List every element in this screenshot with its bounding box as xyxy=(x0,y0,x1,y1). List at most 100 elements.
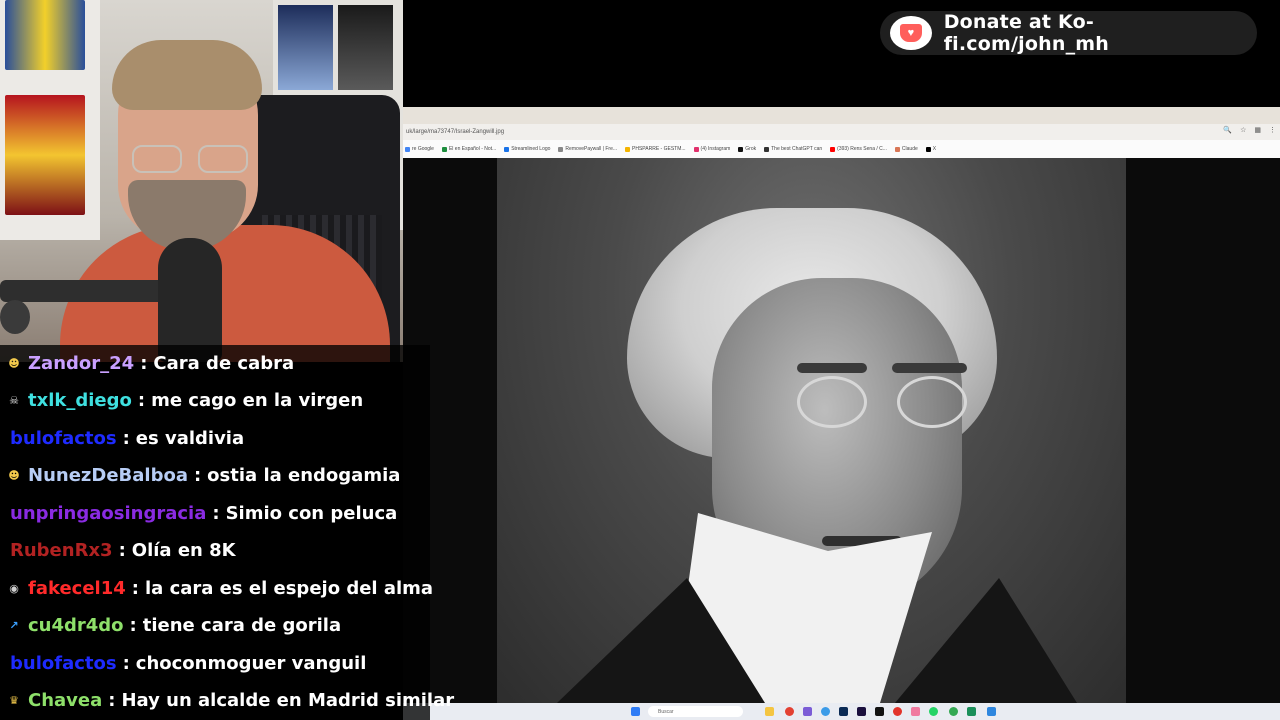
zoom-icon[interactable]: 🔍 xyxy=(1223,126,1232,134)
bookmarks-bar: re Google El en Español - Not... Streamlin… xyxy=(403,140,1280,158)
chat-separator: : xyxy=(193,465,202,486)
chat-text: es valdivia xyxy=(135,427,245,449)
bookmark-item[interactable]: Streamlined Logo xyxy=(504,146,550,152)
donate-banner[interactable]: ♥ Donate at Ko-fi.com/john_mh xyxy=(880,11,1257,55)
bookmark-favicon-icon xyxy=(764,146,770,152)
chat-overlay: ☻ Zandor_24: Cara de cabra ☠ txlk_diego: me c… xyxy=(0,345,454,720)
bookmark-favicon-icon xyxy=(894,146,900,152)
bookmark-favicon-icon xyxy=(405,146,410,152)
bookmark-favicon-icon xyxy=(738,146,744,152)
bookmark-favicon-icon xyxy=(693,146,699,152)
chat-separator: : xyxy=(122,652,130,674)
app-icon[interactable] xyxy=(803,707,812,716)
chrome-icon[interactable] xyxy=(785,707,794,716)
r-icon[interactable] xyxy=(875,707,884,716)
bookmark-item[interactable]: re Google xyxy=(405,146,434,152)
chat-username[interactable]: RubenRx3 xyxy=(10,540,113,561)
chat-message: bulofactos: es valdivia xyxy=(6,423,244,453)
chat-separator: : xyxy=(137,390,146,411)
bookmark-item[interactable]: RemovePaywall | Fre... xyxy=(558,146,617,152)
chat-message: unpringaosingracia: Simio con peluca xyxy=(6,498,397,528)
kofi-cup-icon: ♥ xyxy=(890,16,932,50)
chat-text: Olía en 8K xyxy=(131,540,236,561)
chat-text: ostia la endogamia xyxy=(207,465,401,486)
chat-username[interactable]: txlk_diego xyxy=(28,390,132,411)
chat-separator: : xyxy=(108,690,116,711)
chat-username[interactable]: fakecel14 xyxy=(28,578,126,599)
folder-icon[interactable] xyxy=(765,707,774,716)
arrow-badge-icon: ↗ xyxy=(9,619,19,632)
chat-separator: : xyxy=(118,540,126,561)
bookmark-item[interactable]: Grok xyxy=(738,146,756,152)
premiere-icon[interactable] xyxy=(857,707,866,716)
chat-username[interactable]: bulofactos xyxy=(10,428,117,449)
chat-username[interactable]: cu4dr4do xyxy=(28,615,124,636)
chat-message: ◉ fakecel14: la cara es el espejo del alma xyxy=(6,573,433,603)
chat-text: tiene cara de gorila xyxy=(142,615,342,636)
bookmark-item[interactable]: El en Español - Not... xyxy=(441,146,496,152)
microphone xyxy=(158,238,222,362)
chat-username[interactable]: bulofactos xyxy=(10,653,117,674)
chat-text: la cara es el espejo del alma xyxy=(144,577,434,599)
chat-message: ☻ Zandor_24: Cara de cabra xyxy=(6,348,294,378)
bookmark-favicon-icon xyxy=(625,146,631,152)
extensions-icon[interactable]: ▦ xyxy=(1254,126,1261,134)
bookmark-item[interactable]: Claude xyxy=(894,146,918,152)
bookmark-item[interactable]: PHSPARRE - GESTM... xyxy=(625,146,686,152)
red-app-icon[interactable] xyxy=(893,707,902,716)
chat-username[interactable]: unpringaosingracia xyxy=(10,503,206,524)
whatsapp-icon[interactable] xyxy=(929,707,938,716)
chat-text: Hay un alcalde en Madrid similar xyxy=(121,690,455,711)
glasses xyxy=(128,145,253,175)
chrome2-icon[interactable] xyxy=(949,707,958,716)
mask-badge-icon: ◉ xyxy=(9,581,19,595)
chat-message: ☻ NunezDeBalboa: ostia la endogamia xyxy=(6,461,400,491)
shared-browser-window: uk/large/ma73747/Israel-Zangwill.jpg 🔍 ☆… xyxy=(403,107,1280,720)
chat-separator: : xyxy=(129,615,137,636)
bookshelf-left xyxy=(0,0,100,240)
windows-taskbar: Buscar xyxy=(403,703,1280,720)
chat-separator: : xyxy=(212,502,220,524)
chat-separator: : xyxy=(131,577,139,599)
bookmark-favicon-icon xyxy=(441,146,447,152)
bookmark-favicon-icon xyxy=(504,146,510,152)
bookmark-favicon-icon xyxy=(830,146,836,152)
address-bar[interactable]: uk/large/ma73747/Israel-Zangwill.jpg 🔍 ☆… xyxy=(403,124,1280,140)
url-text[interactable]: uk/large/ma73747/Israel-Zangwill.jpg xyxy=(406,129,504,135)
bookmark-item[interactable]: (393) Rens Sena / C... xyxy=(830,146,887,152)
menu-icon[interactable]: ⋮ xyxy=(1269,126,1276,134)
sun-badge-icon: ☻ xyxy=(8,469,20,482)
chat-message: RubenRx3: Olía en 8K xyxy=(6,536,236,566)
bookmark-item[interactable]: (4) Instagram xyxy=(693,146,730,152)
pink-app-icon[interactable] xyxy=(911,707,920,716)
chat-message: ♛ Chavea: Hay un alcalde en Madrid similar xyxy=(6,686,454,716)
green-app-icon[interactable] xyxy=(967,707,976,716)
donate-text: Donate at Ko-fi.com/john_mh xyxy=(943,11,1109,55)
start-icon[interactable] xyxy=(631,707,640,716)
webcam-feed xyxy=(0,0,403,362)
bookmark-item[interactable]: X xyxy=(925,146,936,152)
photoshop-icon[interactable] xyxy=(839,707,848,716)
portrait-glasses xyxy=(797,376,977,436)
chat-text: Cara de cabra xyxy=(153,352,295,374)
crown-badge-icon: ♛ xyxy=(9,694,19,707)
chat-username[interactable]: Chavea xyxy=(28,690,102,711)
chat-text: Simio con peluca xyxy=(225,502,398,524)
star-icon[interactable]: ☆ xyxy=(1240,126,1246,134)
bookmark-favicon-icon xyxy=(558,146,564,152)
browser-icon[interactable] xyxy=(821,707,830,716)
taskbar-search[interactable]: Buscar xyxy=(648,706,743,717)
chat-username[interactable]: Zandor_24 xyxy=(28,353,134,374)
chat-text: me cago en la virgen xyxy=(151,390,364,411)
sun-badge-icon: ☻ xyxy=(8,356,20,370)
skull-badge-icon: ☠ xyxy=(9,394,19,407)
tab-bar[interactable] xyxy=(403,107,1280,124)
chat-message: ↗ cu4dr4do: tiene cara de gorila xyxy=(6,611,341,641)
blue-app-icon[interactable] xyxy=(987,707,996,716)
chat-message: bulofactos: choconmoguer vanguil xyxy=(6,648,366,678)
bookmark-item[interactable]: The best ChatGPT can xyxy=(764,146,822,152)
chat-separator: : xyxy=(122,427,130,449)
chat-username[interactable]: NunezDeBalboa xyxy=(28,465,188,486)
chat-message: ☠ txlk_diego: me cago en la virgen xyxy=(6,386,363,416)
chat-text: choconmoguer vanguil xyxy=(135,652,367,674)
